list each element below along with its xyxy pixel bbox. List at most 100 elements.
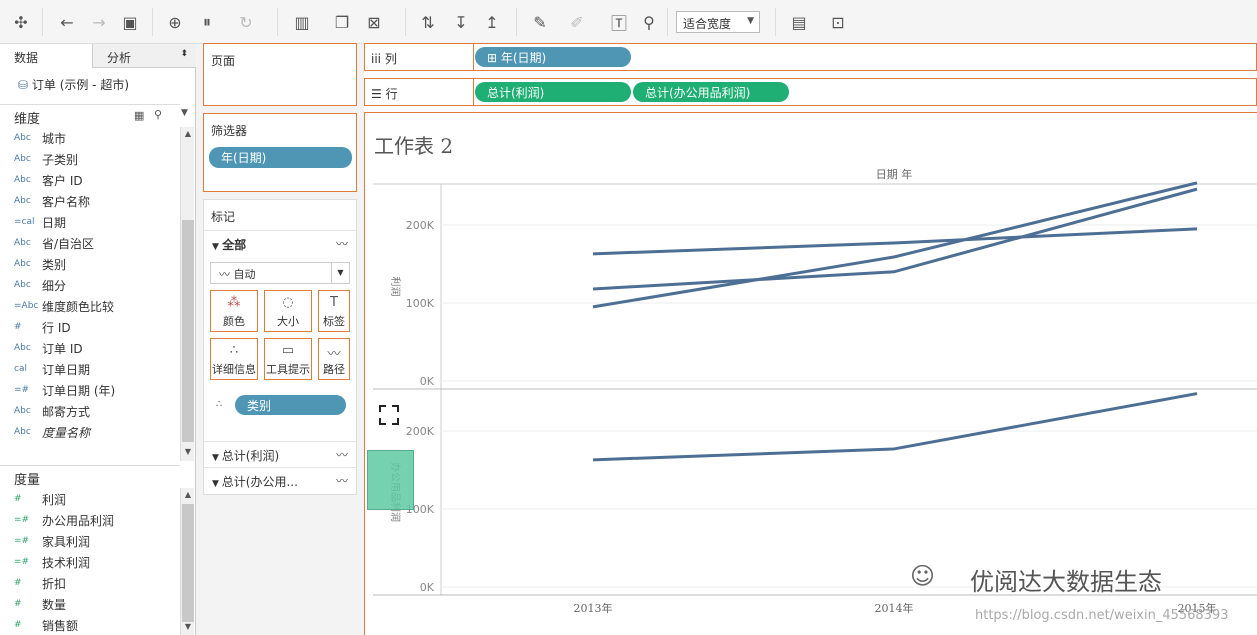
highlight-icon[interactable]: ✎ xyxy=(528,10,552,34)
marks-measure-label: 总计(利润) xyxy=(221,449,280,463)
path-label: 路径 xyxy=(323,363,345,376)
field-item[interactable]: Abc 细分 xyxy=(14,275,174,295)
rows-pill[interactable]: 总计(利润) xyxy=(475,82,631,102)
color-label: 颜色 xyxy=(223,315,245,328)
field-label: 订单 ID xyxy=(42,341,83,356)
field-item[interactable]: # 利润 xyxy=(14,489,174,509)
field-item[interactable]: =# 技术利润 xyxy=(14,552,174,572)
drag-field-overlay[interactable] xyxy=(367,450,414,510)
mark-type-dropdown[interactable]: 〰 自动 ▼ xyxy=(210,262,350,284)
field-item[interactable]: Abc 邮寄方式 xyxy=(14,401,174,421)
field-item[interactable]: =# 办公用品利润 xyxy=(14,510,174,530)
detail-button[interactable]: ∴ 详细信息 xyxy=(210,338,258,380)
y-tick-label: 0K xyxy=(420,581,435,594)
duplicate-icon[interactable]: ❐ xyxy=(330,10,354,34)
field-item[interactable]: # 销售额 xyxy=(14,615,174,635)
field-type-icon: cal xyxy=(14,364,27,374)
rows-shelf[interactable]: ☰ 行 总计(利润) 总计(办公用品利润) xyxy=(364,78,1257,106)
datasource-item[interactable]: ⛁ 订单 (示例 - 超市) xyxy=(18,76,129,93)
field-item[interactable]: Abc 类别 xyxy=(14,254,174,274)
scroll-down-icon[interactable]: ▼ xyxy=(181,447,195,456)
show-me-icon[interactable]: ▤ xyxy=(787,10,811,34)
scroll-up-icon[interactable]: ▲ xyxy=(181,490,195,499)
focus-icon[interactable] xyxy=(379,405,399,425)
field-item[interactable]: Abc 子类别 xyxy=(14,149,174,169)
field-item[interactable]: Abc 度量名称 xyxy=(14,422,174,442)
field-label: 度量名称 xyxy=(42,425,91,440)
mark-type-label: 自动 xyxy=(233,268,256,281)
dimensions-scrollbar[interactable]: ▲ ▼ xyxy=(180,127,194,461)
label-label: 标签 xyxy=(323,315,345,328)
path-button[interactable]: 〰路径 xyxy=(318,338,350,380)
columns-shelf[interactable]: iii 列 ⊞ 年(日期) xyxy=(364,43,1257,71)
columns-pill[interactable]: ⊞ 年(日期) xyxy=(475,47,631,67)
marks-measure-row[interactable]: ▼ 总计(利润) 〰 xyxy=(204,441,356,465)
pin-icon[interactable]: ⚲ xyxy=(637,10,661,34)
field-label: 类别 xyxy=(42,257,67,272)
detail-pill[interactable]: 类别 xyxy=(235,395,346,415)
field-item[interactable]: # 折扣 xyxy=(14,573,174,593)
pages-card[interactable]: 页面 xyxy=(203,43,357,106)
x-tick-label: 2013年 xyxy=(574,601,613,615)
search-icon[interactable]: ⚲ xyxy=(154,108,162,121)
presentation-icon[interactable]: ⊡ xyxy=(826,10,850,34)
clear-icon[interactable]: ⊠ xyxy=(362,10,386,34)
field-item[interactable]: Abc 城市 xyxy=(14,128,174,148)
pause-icon[interactable]: ⏸ xyxy=(195,10,219,34)
size-label: 大小 xyxy=(277,315,299,328)
fit-dropdown[interactable]: 适合宽度 ▼ xyxy=(676,11,760,33)
measures-scrollbar[interactable]: ▲ ▼ xyxy=(180,488,194,635)
scroll-up-icon[interactable]: ▲ xyxy=(181,129,195,138)
field-type-icon: Abc xyxy=(14,238,31,248)
tableau-logo-icon[interactable]: ✣ xyxy=(9,10,33,34)
new-sheet-icon[interactable]: ▥ xyxy=(290,10,314,34)
field-item[interactable]: # 行 ID xyxy=(14,317,174,337)
redo-icon[interactable]: → xyxy=(87,10,111,34)
field-item[interactable]: =cal 日期 xyxy=(14,212,174,232)
field-label: 城市 xyxy=(42,131,67,146)
color-button[interactable]: ⁂ 颜色 xyxy=(210,290,258,332)
marks-measure-label: 总计(办公用... xyxy=(221,475,298,489)
save-icon[interactable]: ▣ xyxy=(118,10,142,34)
tooltip-button[interactable]: ▭ 工具提示 xyxy=(264,338,312,380)
swap-icon[interactable]: ⇅ xyxy=(416,10,440,34)
tab-analytics[interactable]: 分析 ⬍ xyxy=(92,44,196,68)
filter-pill[interactable]: 年(日期) xyxy=(209,147,352,168)
refresh-icon[interactable]: ↻ xyxy=(234,10,258,34)
field-type-icon: Abc xyxy=(14,259,31,269)
label-icon[interactable]: 🅃 xyxy=(607,10,631,34)
marks-measure-row[interactable]: ▼ 总计(办公用... 〰 xyxy=(204,467,356,491)
field-label: 维度颜色比较 xyxy=(42,299,115,314)
filters-card[interactable]: 筛选器 年(日期) xyxy=(203,113,357,192)
size-button[interactable]: ◌ 大小 xyxy=(264,290,312,332)
field-label: 数量 xyxy=(42,597,67,612)
paperclip-icon[interactable]: ✐ xyxy=(565,10,589,34)
sheet-title[interactable]: 工作表 2 xyxy=(374,130,453,159)
field-item[interactable]: Abc 省/自治区 xyxy=(14,233,174,253)
new-datasource-icon[interactable]: ⊕ xyxy=(163,10,187,34)
field-item[interactable]: =Abc 维度颜色比较 xyxy=(14,296,174,316)
scroll-down-icon[interactable]: ▼ xyxy=(181,622,195,631)
field-item[interactable]: cal 订单日期 xyxy=(14,359,174,379)
scroll-thumb[interactable] xyxy=(182,220,194,442)
sort-asc-icon[interactable]: ↧ xyxy=(449,10,473,34)
field-item[interactable]: # 数量 xyxy=(14,594,174,614)
grid-view-icon[interactable]: ▦ xyxy=(134,109,144,122)
scroll-thumb[interactable] xyxy=(182,504,194,622)
field-item[interactable]: Abc 订单 ID xyxy=(14,338,174,358)
field-item[interactable]: =# 家具利润 xyxy=(14,531,174,551)
label-button[interactable]: T 标签 xyxy=(318,290,350,332)
rows-pill[interactable]: 总计(办公用品利润) xyxy=(633,82,789,102)
marks-all-row[interactable]: ▼ 全部 〰 xyxy=(204,230,356,256)
field-item[interactable]: Abc 客户 ID xyxy=(14,170,174,190)
tab-data[interactable]: 数据 xyxy=(0,44,92,68)
y-tick-label: 0K xyxy=(420,375,435,388)
undo-icon[interactable]: ← xyxy=(55,10,79,34)
menu-chevron-icon[interactable]: ▼ xyxy=(181,108,188,118)
sort-desc-icon[interactable]: ↥ xyxy=(480,10,504,34)
field-label: 邮寄方式 xyxy=(42,404,91,419)
field-type-icon: =# xyxy=(14,557,30,567)
field-item[interactable]: =# 订单日期 (年) xyxy=(14,380,174,400)
field-item[interactable]: Abc 客户名称 xyxy=(14,191,174,211)
field-type-icon: # xyxy=(14,599,22,609)
